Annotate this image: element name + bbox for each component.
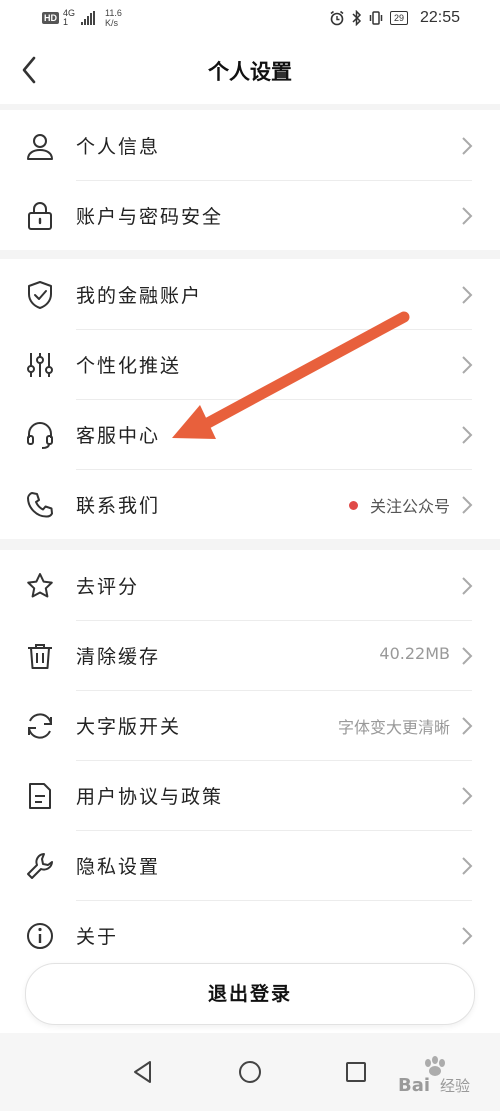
status-bar: HD 4G 1 11.6 K/s 29 22:55 — [0, 0, 500, 36]
row-privacy[interactable]: 隐私设置 — [0, 830, 500, 900]
row-personal-info[interactable]: 个人信息 — [0, 110, 500, 180]
signal-icon — [81, 11, 95, 25]
wrench-icon — [27, 853, 53, 879]
document-icon — [29, 783, 51, 809]
row-label: 关于 — [76, 926, 119, 948]
system-nav-bar: Bai 经验 — [0, 1033, 500, 1111]
row-label: 去评分 — [76, 576, 140, 598]
chevron-right-icon — [462, 577, 473, 595]
headset-icon — [27, 422, 53, 449]
chevron-right-icon — [462, 927, 473, 945]
star-icon — [27, 573, 53, 598]
info-icon — [27, 923, 53, 949]
vibrate-icon — [369, 11, 383, 25]
row-label: 账户与密码安全 — [76, 206, 224, 228]
row-label: 清除缓存 — [76, 646, 161, 668]
nav-recents-icon[interactable] — [343, 1059, 369, 1085]
trash-icon — [28, 644, 52, 669]
network-type: 4G 1 — [63, 9, 77, 27]
chevron-right-icon — [462, 426, 473, 444]
nav-home-icon[interactable] — [237, 1059, 263, 1085]
logout-area: 退出登录 — [0, 955, 500, 1033]
settings-group-account: 个人信息 账户与密码安全 — [0, 110, 500, 250]
baidu-jingyan-watermark: Bai 经验 — [398, 1056, 470, 1096]
network-speed-value: 11.6 — [105, 8, 122, 18]
network-speed: 11.6 K/s — [105, 8, 122, 28]
status-right: 29 22:55 — [329, 9, 460, 27]
row-value: 关注公众号 — [369, 497, 450, 516]
hd-badge: HD — [42, 12, 59, 24]
chevron-right-icon — [462, 857, 473, 875]
row-label: 个性化推送 — [76, 355, 182, 377]
notification-dot — [348, 501, 358, 510]
status-left: HD 4G 1 11.6 K/s — [42, 8, 122, 28]
chevron-right-icon — [462, 137, 473, 155]
row-rate[interactable]: 去评分 — [0, 550, 500, 620]
cache-size: 40.22MB — [379, 644, 450, 663]
row-customer-service[interactable]: 客服中心 — [0, 399, 500, 469]
large-font-hint: 字体变大更清晰 — [337, 718, 450, 737]
row-label: 隐私设置 — [76, 856, 161, 878]
follow-official-account-hint: 关注公众号 — [348, 493, 450, 517]
row-contact-us[interactable]: 联系我们 关注公众号 — [0, 469, 500, 539]
chevron-right-icon — [462, 717, 473, 735]
header-bar: 个人设置 — [0, 36, 500, 104]
nav-back-icon[interactable] — [130, 1059, 156, 1085]
sliders-icon — [27, 353, 53, 377]
battery-icon: 29 — [389, 11, 408, 25]
row-push-settings[interactable]: 个性化推送 — [0, 329, 500, 399]
row-clear-cache[interactable]: 清除缓存 40.22MB — [0, 620, 500, 690]
clock: 22:55 — [419, 9, 460, 26]
page-title: 个人设置 — [208, 60, 292, 84]
bluetooth-icon — [352, 10, 361, 26]
row-user-agreement[interactable]: 用户协议与政策 — [0, 760, 500, 830]
network-speed-unit: K/s — [105, 18, 119, 28]
row-label: 我的金融账户 — [76, 285, 203, 307]
row-large-font[interactable]: 大字版开关 字体变大更清晰 — [0, 690, 500, 760]
chevron-right-icon — [462, 647, 473, 665]
alarm-icon — [330, 10, 344, 26]
shield-icon — [28, 281, 52, 309]
row-finance-account[interactable]: 我的金融账户 — [0, 259, 500, 329]
row-label: 用户协议与政策 — [76, 786, 224, 808]
chevron-right-icon — [462, 286, 473, 304]
chevron-right-icon — [462, 356, 473, 374]
watermark-text-2: 经验 — [440, 1077, 470, 1095]
chevron-right-icon — [462, 787, 473, 805]
person-icon — [27, 134, 53, 160]
row-label: 联系我们 — [76, 495, 161, 517]
row-label: 个人信息 — [76, 136, 161, 158]
chevron-right-icon — [462, 496, 473, 514]
row-label: 大字版开关 — [76, 716, 182, 738]
network-sub-label: 1 — [63, 17, 69, 27]
chevron-right-icon — [462, 207, 473, 225]
refresh-icon — [28, 713, 52, 739]
settings-group-service: 我的金融账户 个性化推送 客服中心 联系我们 关注公众号 — [0, 259, 500, 539]
logout-button[interactable]: 退出登录 — [25, 963, 475, 1025]
row-label: 客服中心 — [76, 425, 161, 447]
phone-icon — [27, 492, 53, 518]
watermark-text-1: Bai — [398, 1075, 430, 1096]
settings-group-general: 去评分 清除缓存 40.22MB 大字版开关 字体变大更清晰 用户协议与政策 隐… — [0, 550, 500, 970]
row-account-security[interactable]: 账户与密码安全 — [0, 180, 500, 250]
lock-icon — [28, 202, 52, 230]
